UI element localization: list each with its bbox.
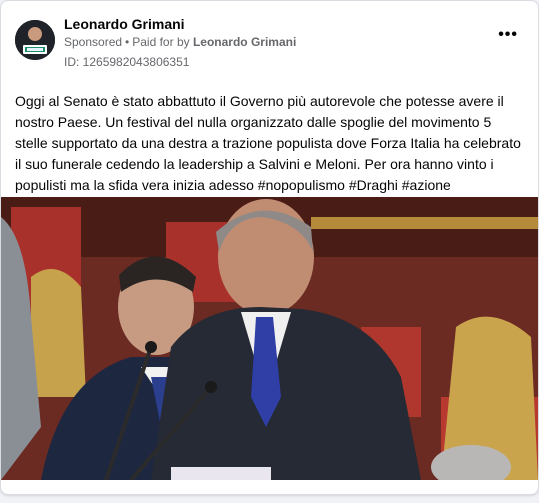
sponsor-meta: Sponsored • Paid for by Leonardo Grimani — [64, 35, 296, 49]
paid-for-label: Paid for by — [132, 35, 190, 49]
avatar[interactable] — [15, 20, 55, 60]
ad-id: ID: 1265982043806351 — [64, 55, 190, 69]
author-name[interactable]: Leonardo Grimani — [64, 16, 185, 32]
post-image[interactable] — [1, 197, 538, 480]
more-horizontal-icon[interactable]: ••• — [498, 27, 518, 43]
meta-separator: • — [125, 35, 130, 49]
sponsored-label: Sponsored — [64, 35, 123, 49]
paid-for-name: Leonardo Grimani — [192, 35, 297, 49]
ad-card: Leonardo Grimani Sponsored • Paid for by L… — [0, 0, 539, 495]
post-text: Oggi al Senato è stato abbattuto il Gove… — [15, 93, 521, 193]
